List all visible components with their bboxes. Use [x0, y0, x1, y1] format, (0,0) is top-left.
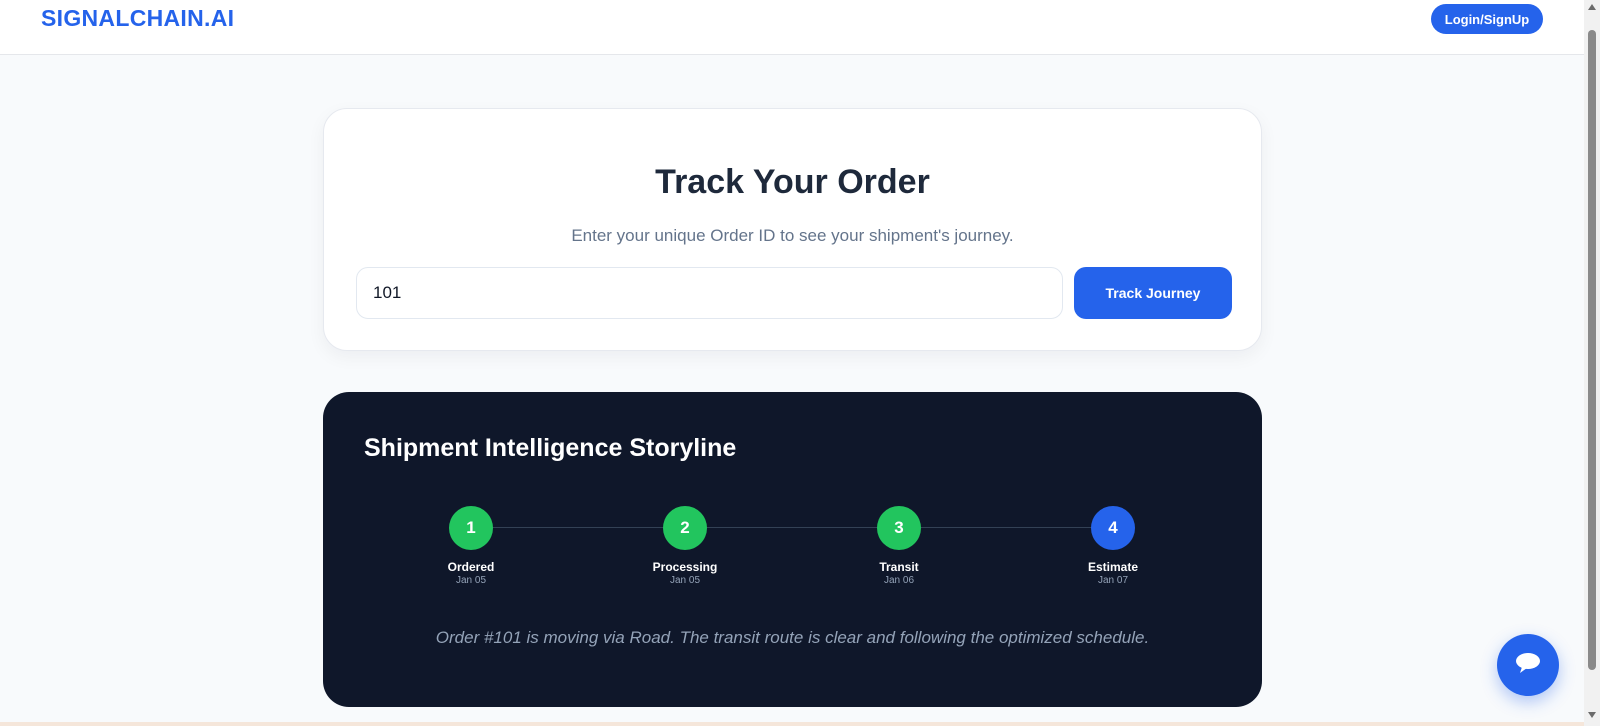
scroll-down-arrow-icon[interactable]: [1587, 710, 1597, 720]
track-subtitle: Enter your unique Order ID to see your s…: [571, 226, 1014, 245]
page: SIGNALCHAIN.AI Login/SignUp Track Your O…: [0, 0, 1584, 726]
track-title: Track Your Order: [655, 163, 930, 201]
bottom-edge-strip: [0, 722, 1584, 726]
step-label: Transit: [879, 560, 919, 574]
chat-button[interactable]: [1497, 634, 1559, 696]
step-label: Ordered: [447, 560, 495, 574]
track-order-card: Track Your Order Enter your unique Order…: [323, 108, 1262, 351]
timeline-step-estimate: 4 Estimate Jan 07: [1063, 506, 1163, 586]
timeline-step-ordered: 1 Ordered Jan 05: [421, 506, 521, 586]
track-journey-button[interactable]: Track Journey: [1074, 267, 1232, 319]
step-date: Jan 06: [883, 575, 915, 586]
step-date: Jan 05: [455, 575, 487, 586]
top-header: SIGNALCHAIN.AI Login/SignUp: [0, 0, 1584, 55]
scroll-up-arrow-icon[interactable]: [1587, 2, 1597, 12]
step-number-circle: 4: [1091, 506, 1135, 550]
storyline-panel: Shipment Intelligence Storyline 1 Ordere…: [323, 392, 1262, 707]
timeline-step-processing: 2 Processing Jan 05: [635, 506, 735, 586]
step-date: Jan 07: [1097, 575, 1129, 586]
step-number-circle: 3: [877, 506, 921, 550]
storyline-message: Order #101 is moving via Road. The trans…: [435, 628, 1150, 647]
order-id-input[interactable]: [356, 267, 1063, 319]
step-date: Jan 05: [669, 575, 701, 586]
step-label: Estimate: [1087, 560, 1139, 574]
timeline-step-transit: 3 Transit Jan 06: [849, 506, 949, 586]
chat-bubble-icon: [1514, 651, 1542, 680]
storyline-title: Shipment Intelligence Storyline: [364, 434, 737, 462]
step-number-circle: 1: [449, 506, 493, 550]
timeline-line: [471, 527, 1114, 528]
brand-logo[interactable]: SIGNALCHAIN.AI: [41, 5, 234, 32]
vertical-scrollbar[interactable]: [1584, 0, 1600, 726]
scrollbar-thumb[interactable]: [1588, 30, 1596, 670]
step-number-circle: 2: [663, 506, 707, 550]
step-label: Processing: [652, 560, 718, 574]
login-signup-button[interactable]: Login/SignUp: [1431, 4, 1543, 34]
